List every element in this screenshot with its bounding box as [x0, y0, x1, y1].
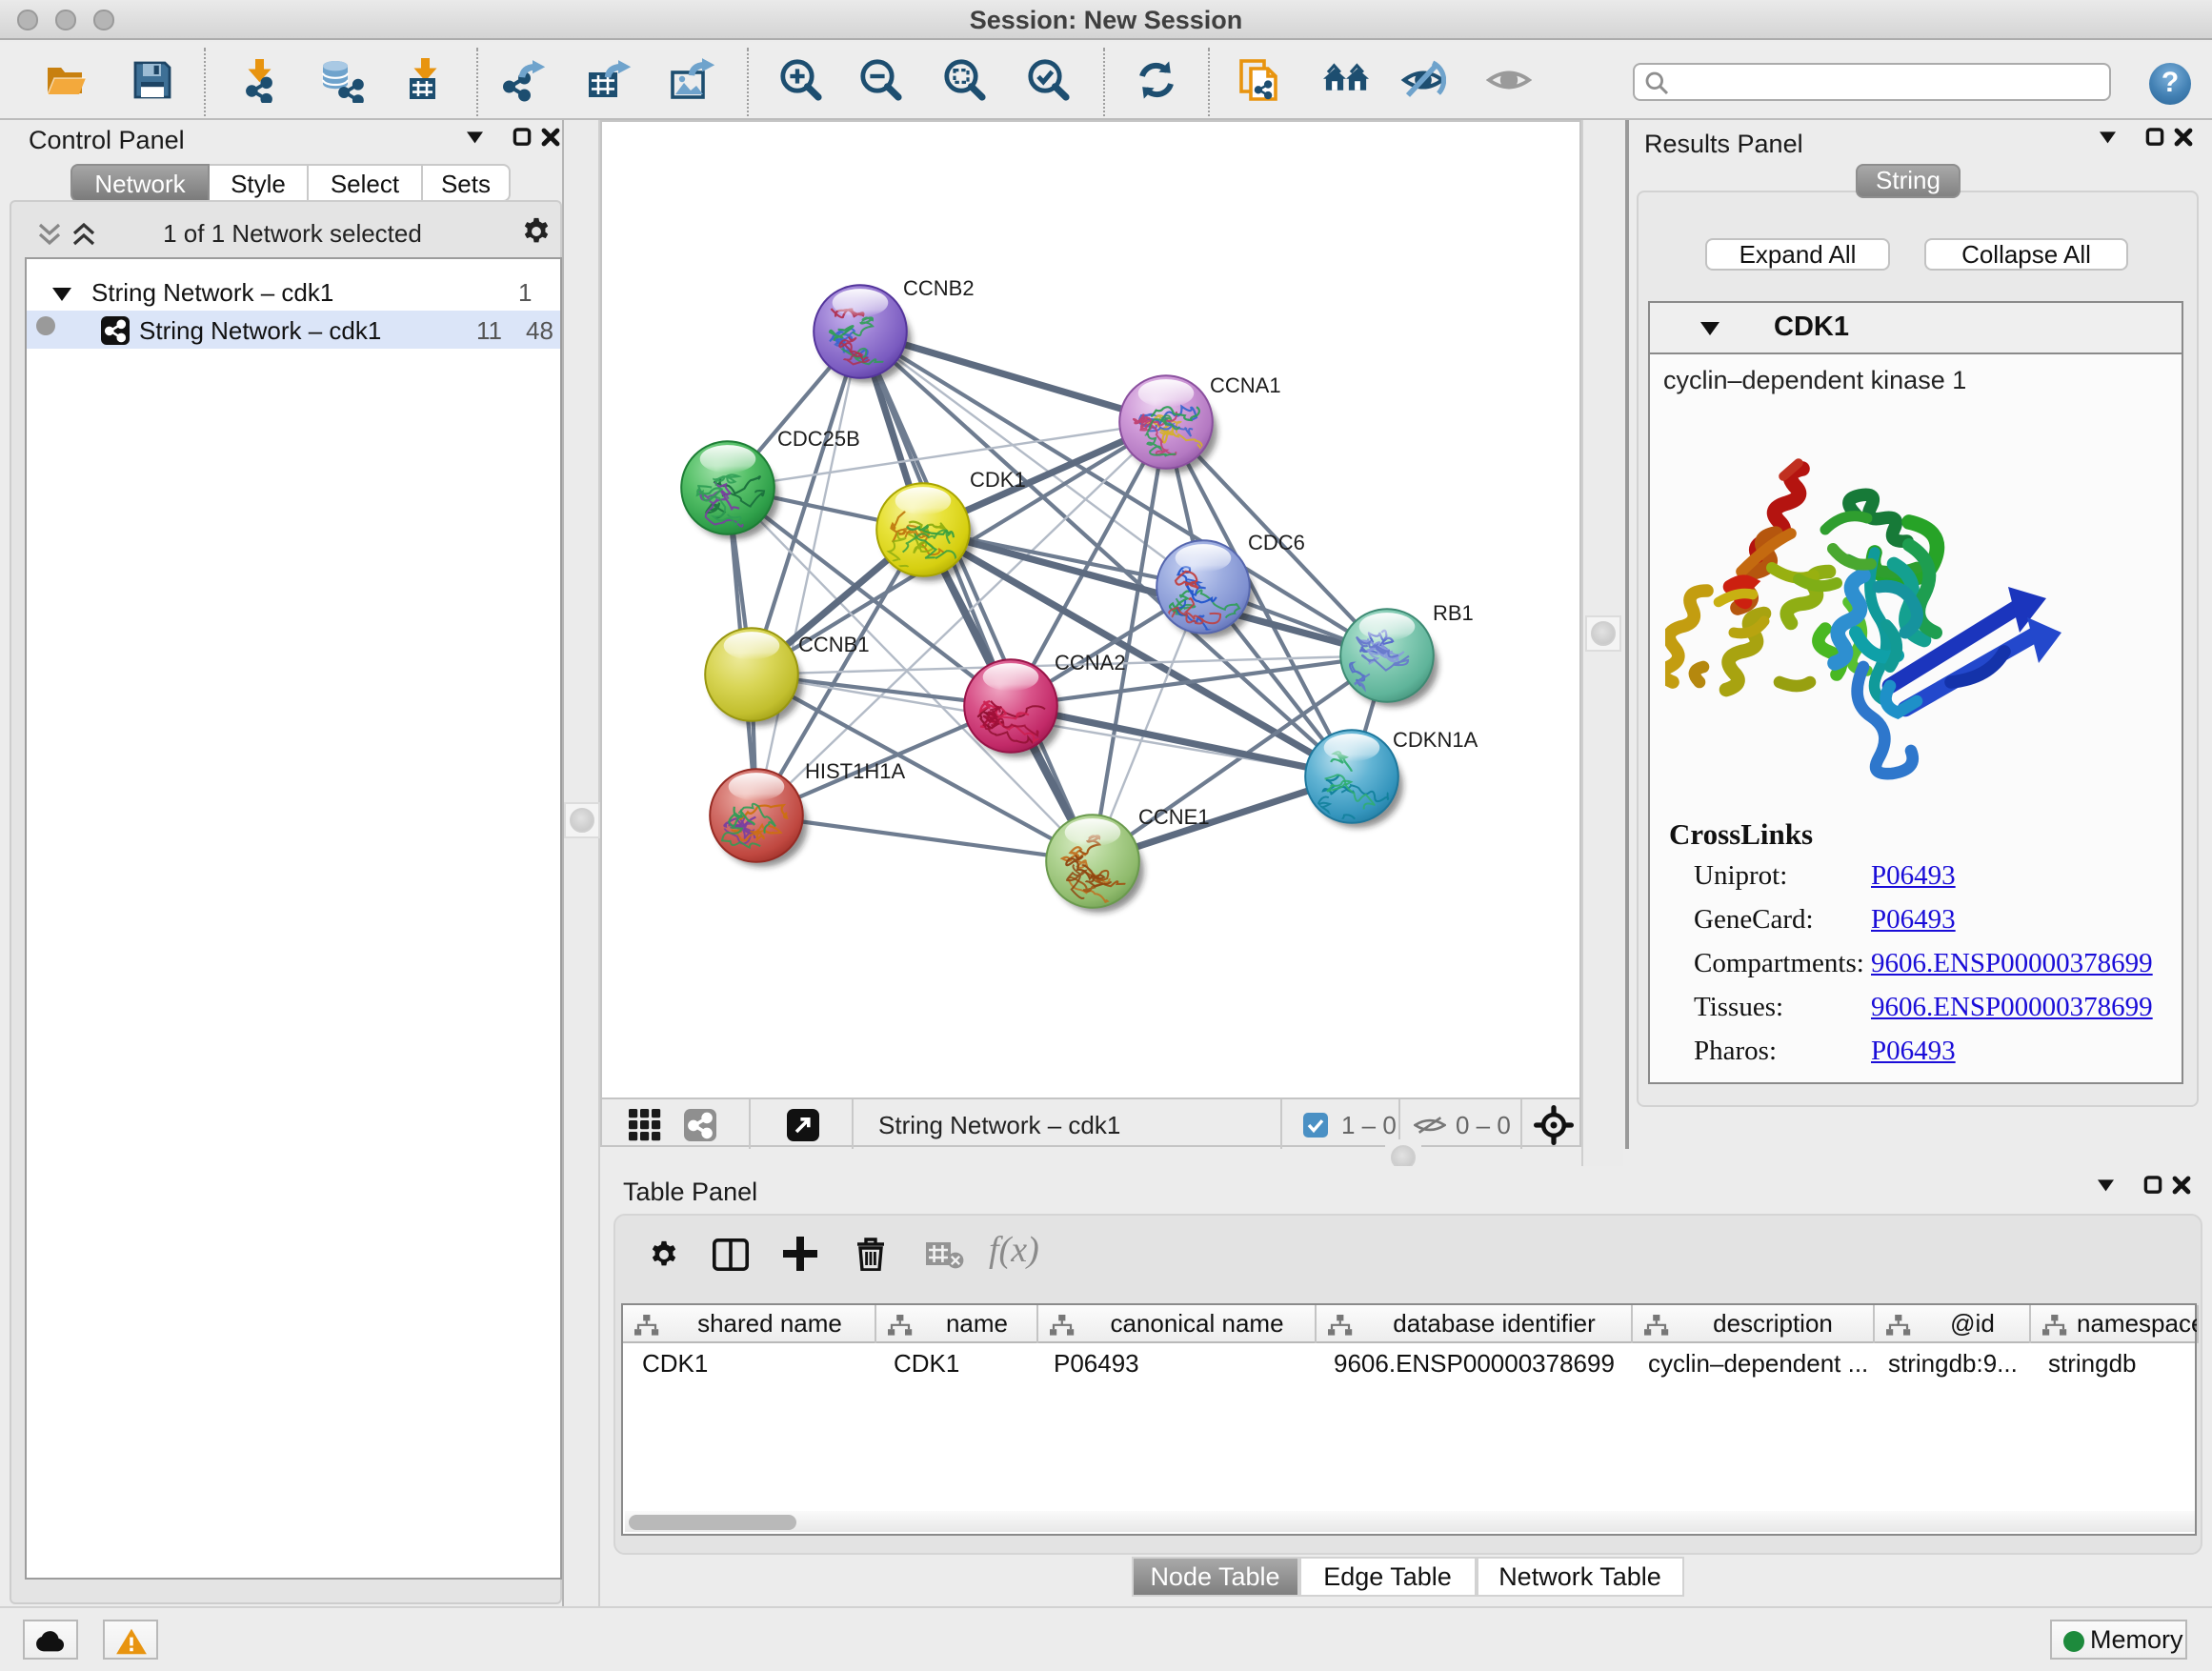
svg-text:CCNB1: CCNB1 [798, 633, 870, 656]
svg-text:RB1: RB1 [1433, 601, 1474, 625]
svg-text:CDKN1A: CDKN1A [1393, 728, 1478, 752]
svg-text:CCNB2: CCNB2 [903, 276, 975, 300]
svg-text:CDK1: CDK1 [970, 468, 1026, 492]
svg-text:CCNE1: CCNE1 [1138, 805, 1210, 829]
svg-text:CDC25B: CDC25B [777, 427, 860, 451]
svg-text:CDC6: CDC6 [1248, 531, 1305, 554]
svg-text:CCNA2: CCNA2 [1055, 651, 1126, 674]
svg-text:CCNA1: CCNA1 [1210, 373, 1281, 397]
svg-text:HIST1H1A: HIST1H1A [805, 759, 905, 783]
